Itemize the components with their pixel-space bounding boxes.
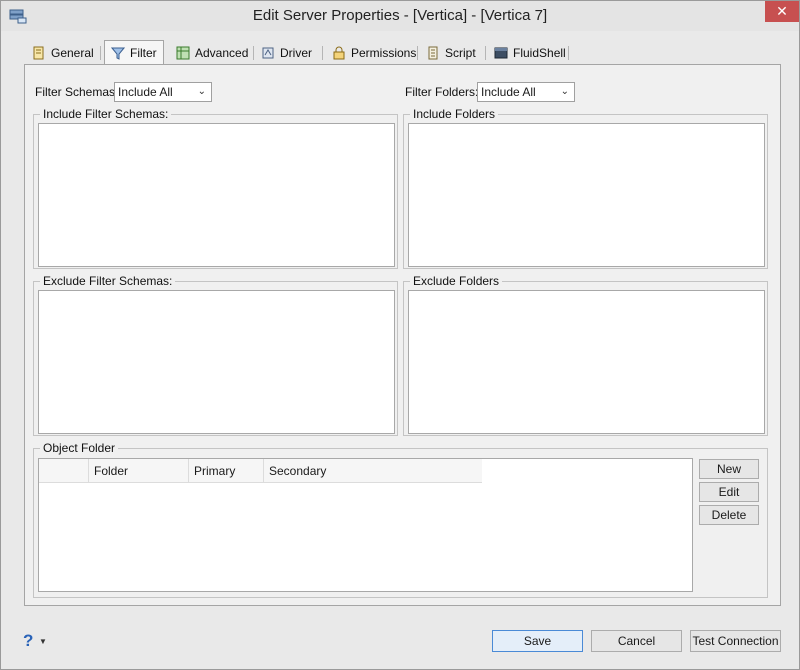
exclude-folders-group: Exclude Folders <box>403 274 768 436</box>
edit-button[interactable]: Edit <box>699 482 759 502</box>
chevron-down-icon: ⌄ <box>197 86 206 97</box>
include-folders-list[interactable] <box>408 123 765 267</box>
exclude-folders-list[interactable] <box>408 290 765 434</box>
fluidshell-icon <box>494 47 508 59</box>
save-button[interactable]: Save <box>492 630 583 652</box>
advanced-icon <box>176 46 190 60</box>
tab-divider <box>568 46 569 60</box>
tab-divider <box>100 46 101 60</box>
tab-advanced[interactable]: Advanced <box>170 42 254 64</box>
filter-tab-panel: Filter Schemas: Include All ⌄ Filter Fol… <box>24 64 781 606</box>
permissions-icon <box>333 46 345 60</box>
tab-permissions-label: Permissions <box>351 46 417 60</box>
object-folder-table[interactable]: Folder Primary Secondary <box>38 458 693 592</box>
edit-server-properties-dialog: Edit Server Properties - [Vertica] - [Ve… <box>0 0 800 670</box>
caret-down-icon[interactable]: ▼ <box>39 637 47 646</box>
exclude-filter-schemas-title: Exclude Filter Schemas: <box>40 274 176 288</box>
tab-divider <box>417 46 418 60</box>
tab-divider <box>253 46 254 60</box>
tab-driver-label: Driver <box>280 46 312 60</box>
filter-schemas-select[interactable]: Include All ⌄ <box>114 82 212 102</box>
chevron-down-icon: ⌄ <box>560 86 569 97</box>
tab-general[interactable]: General <box>26 42 100 64</box>
help-icon[interactable]: ? <box>23 631 33 651</box>
object-folder-group: Object Folder Folder Primary Secondary N… <box>33 441 768 598</box>
cancel-button[interactable]: Cancel <box>591 630 682 652</box>
exclude-filter-schemas-list[interactable] <box>38 290 395 434</box>
delete-button[interactable]: Delete <box>699 505 759 525</box>
tab-script-label: Script <box>445 46 476 60</box>
include-folders-group: Include Folders <box>403 107 768 269</box>
column-header-secondary[interactable]: Secondary <box>263 459 482 483</box>
tab-filter[interactable]: Filter <box>104 40 164 64</box>
tab-filter-label: Filter <box>130 45 157 60</box>
column-header-primary[interactable]: Primary <box>188 459 263 483</box>
tab-script[interactable]: Script <box>420 42 482 64</box>
filter-schemas-label: Filter Schemas: <box>35 85 119 99</box>
object-folder-table-header: Folder Primary Secondary <box>39 459 482 483</box>
exclude-filter-schemas-group: Exclude Filter Schemas: <box>33 274 398 436</box>
tab-fluidshell-label: FluidShell <box>513 46 566 60</box>
include-folders-title: Include Folders <box>410 107 499 121</box>
close-button[interactable]: ✕ <box>765 1 799 22</box>
filter-folders-label: Filter Folders: <box>405 85 479 99</box>
object-folder-title: Object Folder <box>40 441 119 455</box>
column-header-blank[interactable] <box>39 459 88 483</box>
filter-icon <box>111 47 125 60</box>
tab-divider <box>485 46 486 60</box>
filter-folders-value: Include All <box>481 85 536 99</box>
tab-general-label: General <box>51 46 94 60</box>
test-connection-button[interactable]: Test Connection <box>690 630 781 652</box>
tab-advanced-label: Advanced <box>195 46 249 60</box>
tab-fluidshell[interactable]: FluidShell <box>488 42 572 64</box>
include-filter-schemas-list[interactable] <box>38 123 395 267</box>
general-icon <box>33 46 44 60</box>
window-title: Edit Server Properties - [Vertica] - [Ve… <box>252 7 548 24</box>
new-button[interactable]: New <box>699 459 759 479</box>
exclude-folders-title: Exclude Folders <box>410 274 503 288</box>
filter-schemas-value: Include All <box>118 85 173 99</box>
column-header-folder[interactable]: Folder <box>88 459 188 483</box>
driver-icon <box>262 47 274 59</box>
tab-permissions[interactable]: Permissions <box>326 42 422 64</box>
include-filter-schemas-group: Include Filter Schemas: <box>33 107 398 269</box>
tab-driver[interactable]: Driver <box>255 42 318 64</box>
filter-folders-select[interactable]: Include All ⌄ <box>477 82 575 102</box>
title-bar[interactable]: Edit Server Properties - [Vertica] - [Ve… <box>1 1 799 31</box>
include-filter-schemas-title: Include Filter Schemas: <box>40 107 172 121</box>
tab-divider <box>322 46 323 60</box>
script-icon <box>428 46 438 60</box>
close-icon: ✕ <box>776 3 788 19</box>
